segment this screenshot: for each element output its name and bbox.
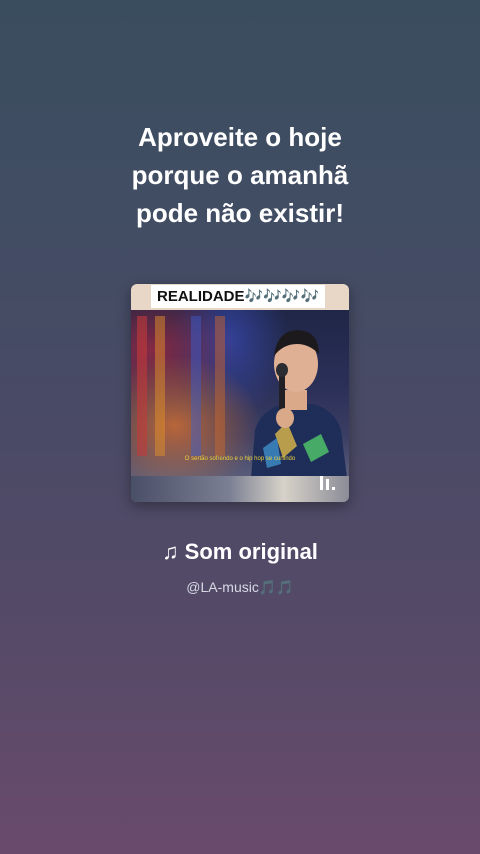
sound-title[interactable]: ♫ Som original xyxy=(40,539,440,565)
quote-line-2: porque o amanhã xyxy=(131,160,349,190)
quote-line-3: pode não existir! xyxy=(135,198,345,228)
stage-light xyxy=(191,316,201,456)
stage-light xyxy=(137,316,147,456)
thumbnail-banner: REALIDADE🎶🎶🎶🎶 xyxy=(131,284,349,310)
author-handle: @LA-music xyxy=(186,579,259,595)
singer-image xyxy=(251,330,347,478)
stage-light xyxy=(215,316,225,456)
music-notes-icon: 🎵🎵 xyxy=(258,579,294,595)
video-caption: O sertão sofrendo e o hip hop se curtind… xyxy=(184,456,296,462)
sound-author[interactable]: @LA-music🎵🎵 xyxy=(40,579,440,596)
quote-line-1: Aproveite o hoje xyxy=(138,122,342,152)
video-thumbnail[interactable]: REALIDADE🎶🎶🎶🎶 O sertão sofrendo e o hip … xyxy=(131,284,349,502)
pause-bars-icon[interactable] xyxy=(319,475,337,491)
thumbnail-bottom-bar xyxy=(131,476,349,502)
thumbnail-tag: REALIDADE🎶🎶🎶🎶 xyxy=(151,285,326,308)
quote-text: Aproveite o hoje porque o amanhã pode nã… xyxy=(40,118,440,232)
stage-light xyxy=(155,316,165,456)
